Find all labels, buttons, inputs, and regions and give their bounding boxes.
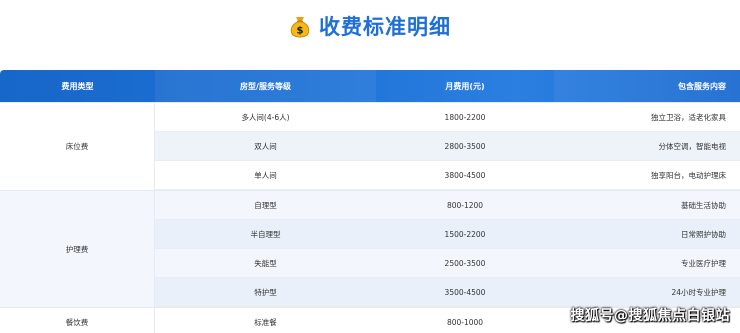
- fee-cell: 1800-2200: [444, 112, 486, 122]
- group-bed-fee: 床位费 多人间(4-6人) 1800-2200 独立卫浴，适老化家具 双人间 2…: [0, 102, 740, 190]
- room-cell: 单人间: [254, 170, 277, 180]
- page-title: 收费标准明细: [319, 15, 451, 39]
- room-cell: 半自理型: [250, 229, 281, 239]
- table-row: 双人间 2800-3500 分体空调，智能电视: [155, 132, 740, 161]
- header-room: 房型/服务等级: [155, 70, 376, 102]
- page-header: $ 收费标准明细: [0, 0, 740, 52]
- includes-cell: 专业医疗护理: [681, 258, 726, 268]
- includes-cell: 分体空调，智能电视: [658, 141, 727, 151]
- category-label: 床位费: [0, 103, 155, 190]
- table-row: 多人间(4-6人) 1800-2200 独立卫浴，适老化家具: [155, 103, 740, 132]
- room-cell: 特护型: [254, 287, 277, 297]
- fee-cell: 1500-2200: [444, 229, 486, 239]
- room-cell: 标准餐: [254, 317, 277, 327]
- table-row: 自理型 800-1200 基础生活协助: [155, 191, 740, 220]
- fee-cell: 2500-3500: [444, 258, 486, 268]
- includes-cell: 基础生活协助: [681, 200, 726, 210]
- header-includes: 包含服务内容: [554, 70, 740, 102]
- fee-cell: 3500-4500: [444, 287, 486, 297]
- table-row: 失能型 2500-3500 专业医疗护理: [155, 249, 740, 278]
- room-cell: 失能型: [254, 258, 277, 268]
- table-header: 费用类型 房型/服务等级 月费用(元) 包含服务内容: [0, 70, 740, 102]
- room-cell: 多人间(4-6人): [241, 112, 290, 122]
- money-bag-icon: $: [289, 14, 311, 38]
- room-cell: 双人间: [254, 141, 277, 151]
- watermark: 搜狐号@搜狐焦点白银站: [570, 308, 730, 324]
- fee-cell: 800-1000: [446, 317, 484, 327]
- includes-cell: 独享阳台，电动护理床: [651, 170, 726, 180]
- table-row: 特护型 3500-4500 24小时专业护理: [155, 278, 740, 307]
- svg-text:$: $: [297, 26, 304, 37]
- fee-table: 费用类型 房型/服务等级 月费用(元) 包含服务内容 床位费 多人间(4-6人)…: [0, 70, 740, 333]
- header-fee: 月费用(元): [445, 81, 485, 91]
- category-label: 护理费: [0, 191, 155, 307]
- fee-cell: 2800-3500: [444, 141, 486, 151]
- room-cell: 自理型: [254, 200, 277, 210]
- includes-cell: 日常照护协助: [681, 229, 726, 239]
- table-row: 单人间 3800-4500 独享阳台，电动护理床: [155, 161, 740, 190]
- table-row: 半自理型 1500-2200 日常照护协助: [155, 220, 740, 249]
- group-care-fee: 护理费 自理型 800-1200 基础生活协助 半自理型 1500-2200 日…: [0, 190, 740, 307]
- fee-cell: 3800-4500: [444, 170, 486, 180]
- header-type: 费用类型: [61, 81, 94, 91]
- includes-cell: 24小时专业护理: [671, 287, 726, 297]
- fee-cell: 800-1200: [446, 200, 484, 210]
- category-label: 餐饮费: [0, 308, 155, 333]
- includes-cell: 独立卫浴，适老化家具: [651, 112, 726, 122]
